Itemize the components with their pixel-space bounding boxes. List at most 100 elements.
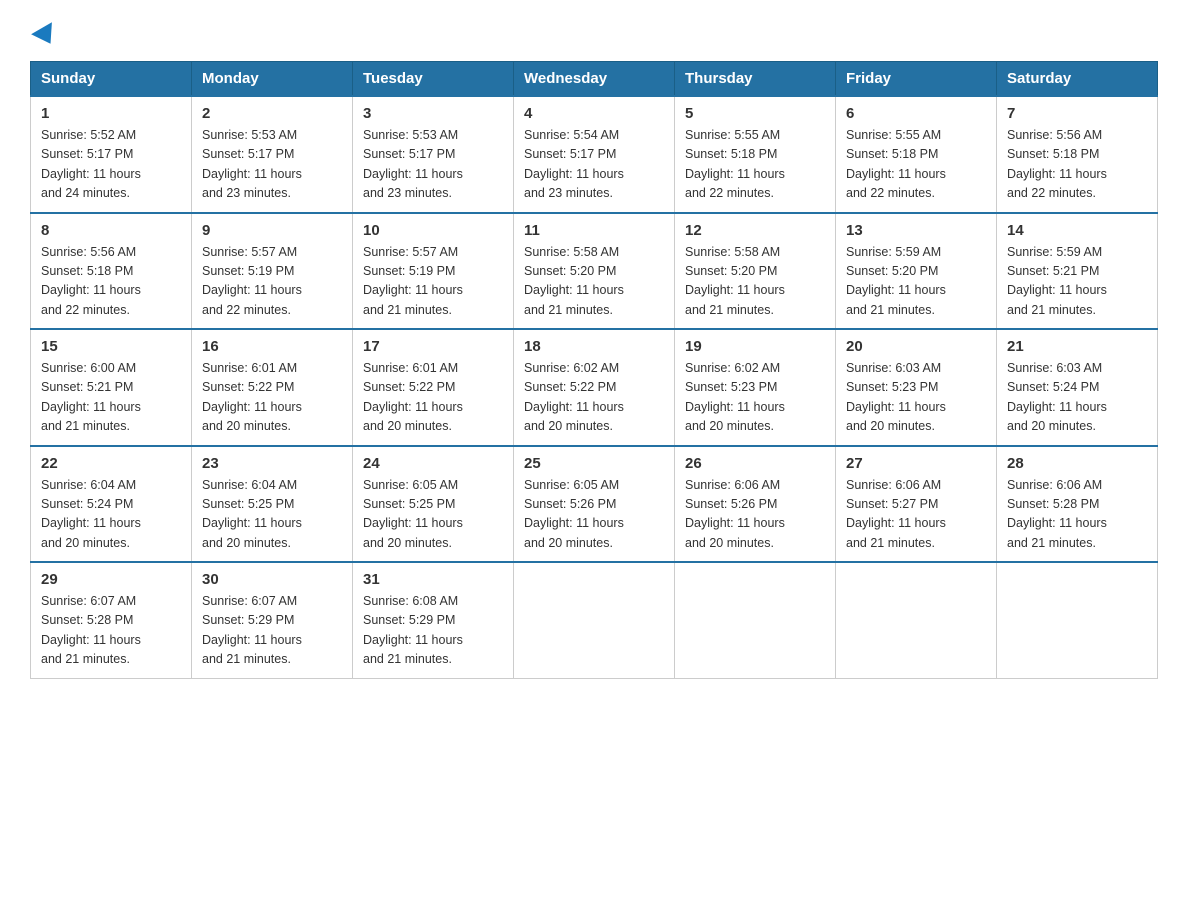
calendar-day-cell: 19 Sunrise: 6:02 AMSunset: 5:23 PMDaylig… (675, 329, 836, 446)
day-of-week-header: Friday (836, 62, 997, 97)
day-info: Sunrise: 6:04 AMSunset: 5:24 PMDaylight:… (41, 478, 141, 550)
day-number: 26 (685, 455, 825, 472)
day-number: 12 (685, 222, 825, 239)
calendar-day-cell: 7 Sunrise: 5:56 AMSunset: 5:18 PMDayligh… (997, 96, 1158, 213)
day-of-week-header: Sunday (31, 62, 192, 97)
day-number: 22 (41, 455, 181, 472)
day-number: 5 (685, 105, 825, 122)
day-number: 19 (685, 338, 825, 355)
calendar-day-cell: 24 Sunrise: 6:05 AMSunset: 5:25 PMDaylig… (353, 446, 514, 563)
day-number: 11 (524, 222, 664, 239)
calendar-day-cell: 17 Sunrise: 6:01 AMSunset: 5:22 PMDaylig… (353, 329, 514, 446)
day-number: 20 (846, 338, 986, 355)
calendar-day-cell (836, 562, 997, 678)
calendar-day-cell (514, 562, 675, 678)
day-of-week-header: Wednesday (514, 62, 675, 97)
day-info: Sunrise: 6:08 AMSunset: 5:29 PMDaylight:… (363, 594, 463, 666)
day-info: Sunrise: 5:53 AMSunset: 5:17 PMDaylight:… (202, 128, 302, 200)
calendar-day-cell: 20 Sunrise: 6:03 AMSunset: 5:23 PMDaylig… (836, 329, 997, 446)
calendar-day-cell: 2 Sunrise: 5:53 AMSunset: 5:17 PMDayligh… (192, 96, 353, 213)
day-of-week-header: Tuesday (353, 62, 514, 97)
calendar-day-cell: 21 Sunrise: 6:03 AMSunset: 5:24 PMDaylig… (997, 329, 1158, 446)
calendar-day-cell: 30 Sunrise: 6:07 AMSunset: 5:29 PMDaylig… (192, 562, 353, 678)
calendar-day-cell (675, 562, 836, 678)
day-info: Sunrise: 6:01 AMSunset: 5:22 PMDaylight:… (363, 361, 463, 433)
day-info: Sunrise: 5:55 AMSunset: 5:18 PMDaylight:… (685, 128, 785, 200)
day-info: Sunrise: 5:55 AMSunset: 5:18 PMDaylight:… (846, 128, 946, 200)
day-of-week-header: Monday (192, 62, 353, 97)
day-number: 21 (1007, 338, 1147, 355)
calendar-day-cell: 29 Sunrise: 6:07 AMSunset: 5:28 PMDaylig… (31, 562, 192, 678)
logo-triangle-icon (31, 22, 61, 50)
calendar-day-cell: 12 Sunrise: 5:58 AMSunset: 5:20 PMDaylig… (675, 213, 836, 330)
calendar-day-cell: 16 Sunrise: 6:01 AMSunset: 5:22 PMDaylig… (192, 329, 353, 446)
day-number: 30 (202, 571, 342, 588)
calendar-week-row: 15 Sunrise: 6:00 AMSunset: 5:21 PMDaylig… (31, 329, 1158, 446)
day-info: Sunrise: 5:56 AMSunset: 5:18 PMDaylight:… (41, 245, 141, 317)
day-number: 13 (846, 222, 986, 239)
calendar-day-cell: 4 Sunrise: 5:54 AMSunset: 5:17 PMDayligh… (514, 96, 675, 213)
day-info: Sunrise: 6:06 AMSunset: 5:27 PMDaylight:… (846, 478, 946, 550)
day-info: Sunrise: 5:59 AMSunset: 5:20 PMDaylight:… (846, 245, 946, 317)
day-info: Sunrise: 5:58 AMSunset: 5:20 PMDaylight:… (685, 245, 785, 317)
day-info: Sunrise: 6:05 AMSunset: 5:26 PMDaylight:… (524, 478, 624, 550)
day-info: Sunrise: 6:07 AMSunset: 5:29 PMDaylight:… (202, 594, 302, 666)
calendar-day-cell: 13 Sunrise: 5:59 AMSunset: 5:20 PMDaylig… (836, 213, 997, 330)
day-info: Sunrise: 5:58 AMSunset: 5:20 PMDaylight:… (524, 245, 624, 317)
day-number: 23 (202, 455, 342, 472)
calendar-day-cell: 8 Sunrise: 5:56 AMSunset: 5:18 PMDayligh… (31, 213, 192, 330)
day-number: 24 (363, 455, 503, 472)
calendar-day-cell: 25 Sunrise: 6:05 AMSunset: 5:26 PMDaylig… (514, 446, 675, 563)
day-of-week-header: Thursday (675, 62, 836, 97)
calendar-day-cell: 23 Sunrise: 6:04 AMSunset: 5:25 PMDaylig… (192, 446, 353, 563)
day-number: 17 (363, 338, 503, 355)
calendar-day-cell (997, 562, 1158, 678)
day-number: 9 (202, 222, 342, 239)
day-info: Sunrise: 6:01 AMSunset: 5:22 PMDaylight:… (202, 361, 302, 433)
day-number: 10 (363, 222, 503, 239)
calendar-day-cell: 26 Sunrise: 6:06 AMSunset: 5:26 PMDaylig… (675, 446, 836, 563)
day-info: Sunrise: 5:53 AMSunset: 5:17 PMDaylight:… (363, 128, 463, 200)
calendar-day-cell: 27 Sunrise: 6:06 AMSunset: 5:27 PMDaylig… (836, 446, 997, 563)
logo-blue-text (30, 25, 58, 43)
day-number: 18 (524, 338, 664, 355)
day-number: 28 (1007, 455, 1147, 472)
day-info: Sunrise: 6:02 AMSunset: 5:23 PMDaylight:… (685, 361, 785, 433)
calendar-header-row: SundayMondayTuesdayWednesdayThursdayFrid… (31, 62, 1158, 97)
day-number: 25 (524, 455, 664, 472)
day-number: 4 (524, 105, 664, 122)
day-number: 14 (1007, 222, 1147, 239)
day-number: 29 (41, 571, 181, 588)
day-number: 6 (846, 105, 986, 122)
calendar-day-cell: 22 Sunrise: 6:04 AMSunset: 5:24 PMDaylig… (31, 446, 192, 563)
day-info: Sunrise: 6:02 AMSunset: 5:22 PMDaylight:… (524, 361, 624, 433)
day-number: 7 (1007, 105, 1147, 122)
day-info: Sunrise: 6:04 AMSunset: 5:25 PMDaylight:… (202, 478, 302, 550)
day-of-week-header: Saturday (997, 62, 1158, 97)
day-info: Sunrise: 5:52 AMSunset: 5:17 PMDaylight:… (41, 128, 141, 200)
day-info: Sunrise: 6:00 AMSunset: 5:21 PMDaylight:… (41, 361, 141, 433)
day-info: Sunrise: 6:06 AMSunset: 5:28 PMDaylight:… (1007, 478, 1107, 550)
calendar-day-cell: 10 Sunrise: 5:57 AMSunset: 5:19 PMDaylig… (353, 213, 514, 330)
calendar-day-cell: 1 Sunrise: 5:52 AMSunset: 5:17 PMDayligh… (31, 96, 192, 213)
day-number: 3 (363, 105, 503, 122)
day-info: Sunrise: 6:03 AMSunset: 5:24 PMDaylight:… (1007, 361, 1107, 433)
calendar-week-row: 29 Sunrise: 6:07 AMSunset: 5:28 PMDaylig… (31, 562, 1158, 678)
calendar-week-row: 22 Sunrise: 6:04 AMSunset: 5:24 PMDaylig… (31, 446, 1158, 563)
calendar-week-row: 8 Sunrise: 5:56 AMSunset: 5:18 PMDayligh… (31, 213, 1158, 330)
calendar-day-cell: 14 Sunrise: 5:59 AMSunset: 5:21 PMDaylig… (997, 213, 1158, 330)
day-number: 15 (41, 338, 181, 355)
day-info: Sunrise: 6:07 AMSunset: 5:28 PMDaylight:… (41, 594, 141, 666)
day-number: 31 (363, 571, 503, 588)
calendar-day-cell: 6 Sunrise: 5:55 AMSunset: 5:18 PMDayligh… (836, 96, 997, 213)
calendar-day-cell: 3 Sunrise: 5:53 AMSunset: 5:17 PMDayligh… (353, 96, 514, 213)
day-info: Sunrise: 5:57 AMSunset: 5:19 PMDaylight:… (363, 245, 463, 317)
day-info: Sunrise: 5:56 AMSunset: 5:18 PMDaylight:… (1007, 128, 1107, 200)
calendar-day-cell: 11 Sunrise: 5:58 AMSunset: 5:20 PMDaylig… (514, 213, 675, 330)
day-number: 8 (41, 222, 181, 239)
day-number: 16 (202, 338, 342, 355)
day-info: Sunrise: 6:06 AMSunset: 5:26 PMDaylight:… (685, 478, 785, 550)
day-info: Sunrise: 6:03 AMSunset: 5:23 PMDaylight:… (846, 361, 946, 433)
day-number: 1 (41, 105, 181, 122)
calendar-day-cell: 18 Sunrise: 6:02 AMSunset: 5:22 PMDaylig… (514, 329, 675, 446)
